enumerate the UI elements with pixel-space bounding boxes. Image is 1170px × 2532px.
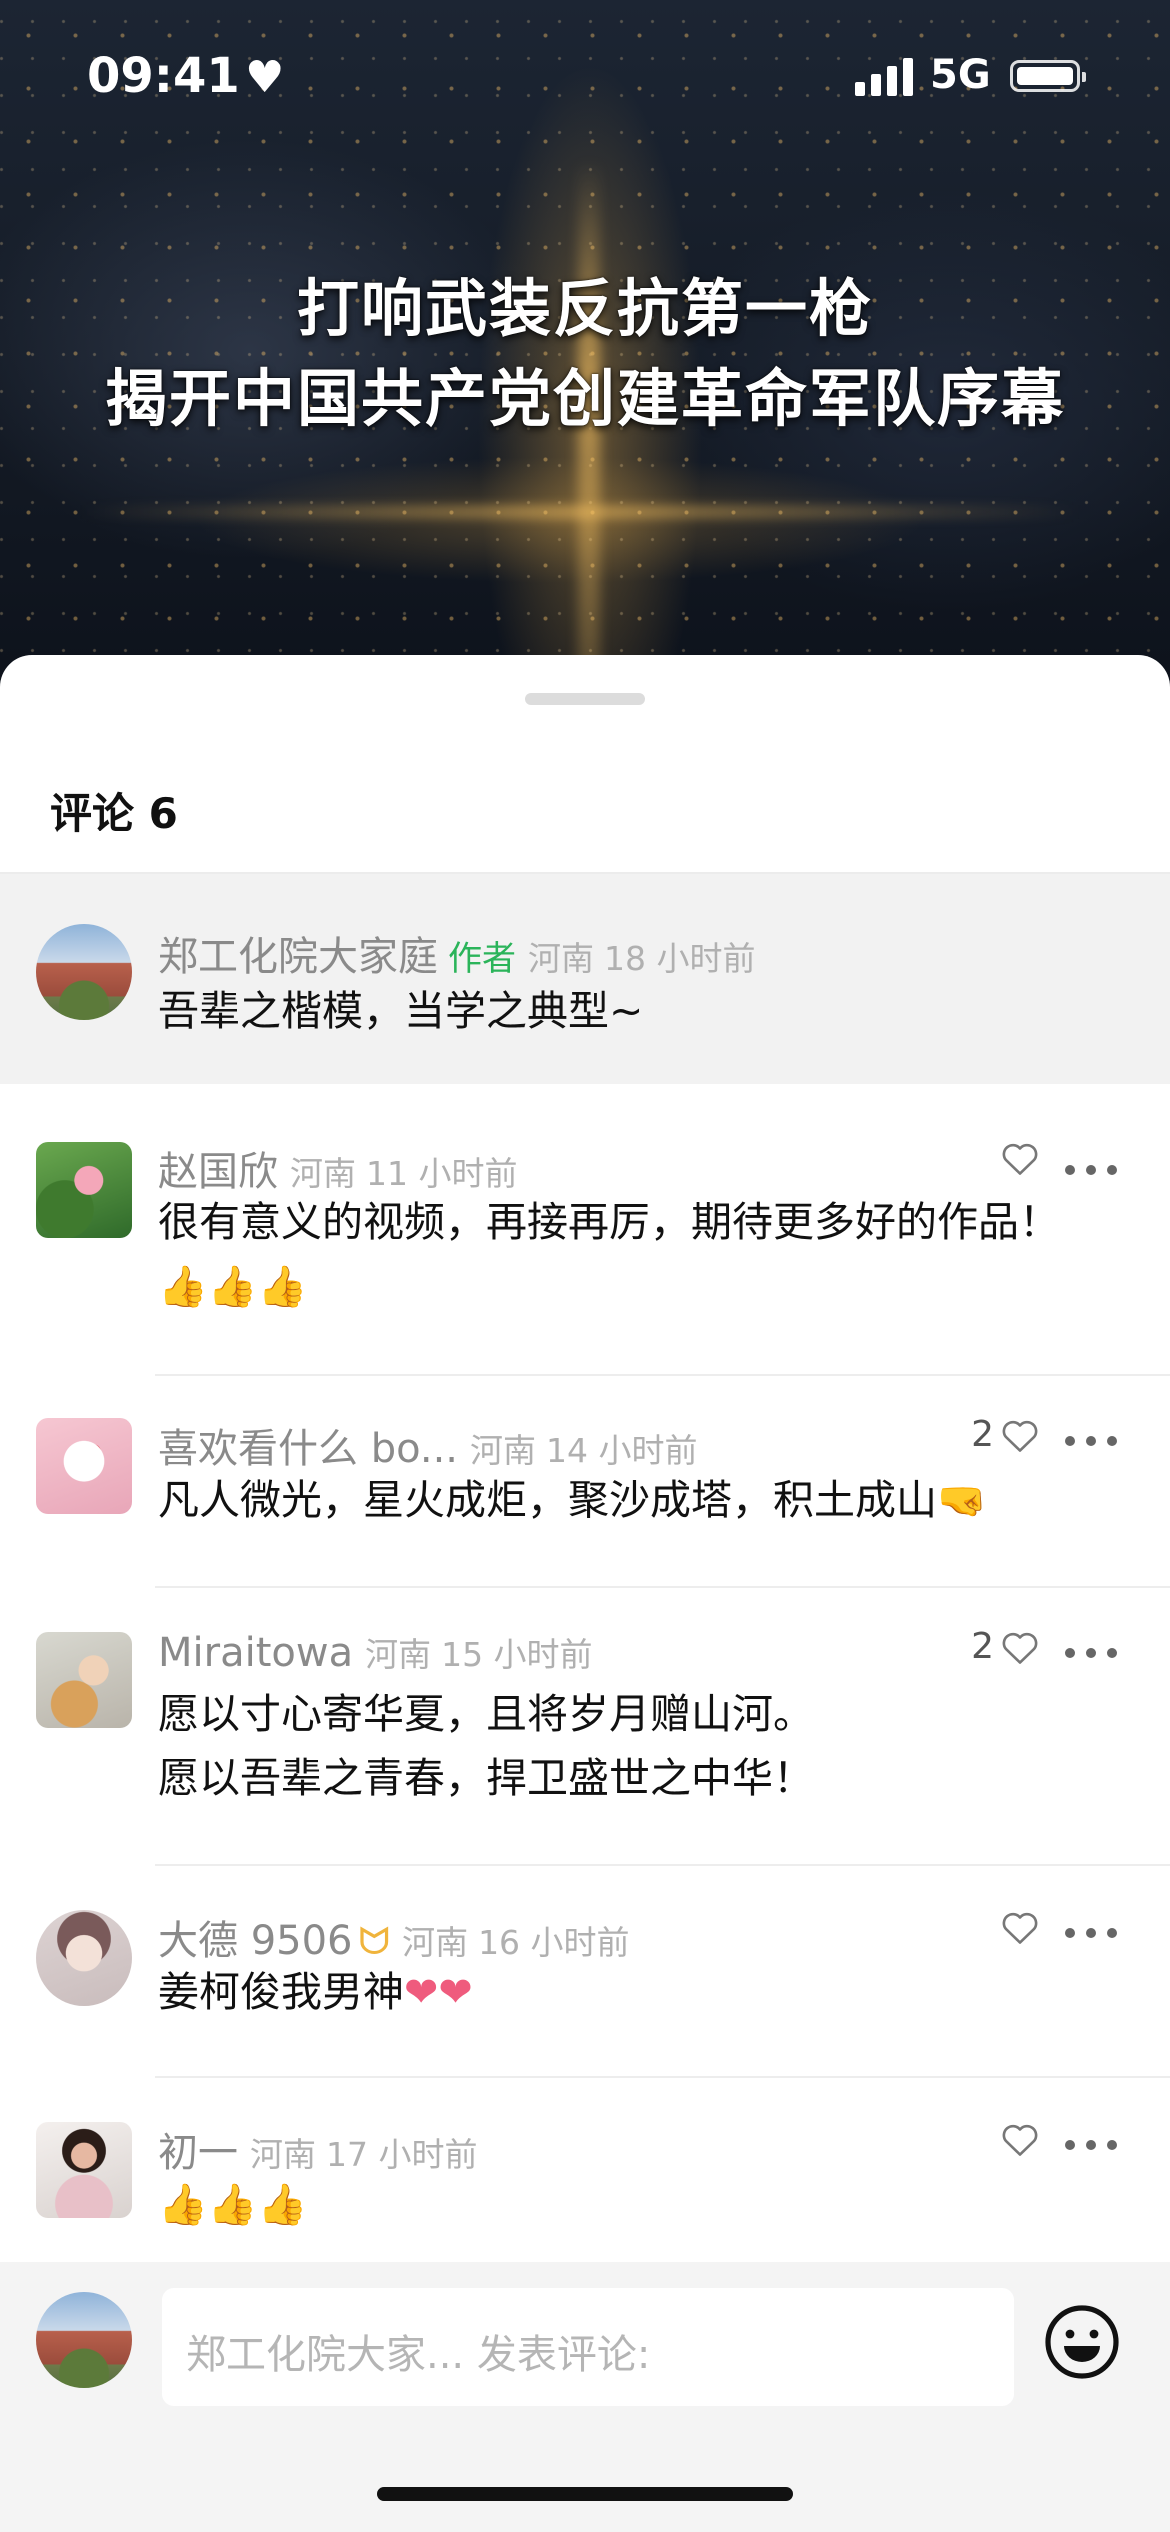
home-indicator[interactable] (377, 2487, 793, 2501)
comment-text: 吾辈之楷模，当学之典型~ (158, 987, 644, 1035)
commenter-name[interactable]: 初一 (158, 2130, 238, 2176)
avatar[interactable] (36, 1142, 132, 1238)
comment-item[interactable]: 喜欢看什么 bo... 河南 14 小时前 2 凡人微光，星火成炬，聚沙成塔，积土成… (0, 1376, 1170, 1588)
comment-text: 愿以寸心寄华夏，且将岁月赠山河。 愿以吾辈之青春，捍卫盛世之中华！ (158, 1682, 1088, 1810)
comment-time: 17 小时前 (326, 2135, 478, 2174)
sheet-drag-handle[interactable] (525, 693, 645, 705)
heart-outline-icon (1002, 1912, 1038, 1944)
comment-item[interactable]: 大德 9506 ᗢ 河南 16 小时前 姜柯俊我男神❤❤ (0, 1866, 1170, 2078)
more-dots-icon[interactable] (1065, 1436, 1121, 1448)
comment-text-body: 很有意义的视频，再接再厉，期待更多好的作品！ (158, 1198, 1060, 1246)
comment-item[interactable]: 初一 河南 17 小时前 👍👍👍 (0, 2078, 1170, 2268)
like-button[interactable] (920, 1137, 1040, 1178)
status-time: 09:41 (87, 48, 240, 104)
comment-location: 河南 (290, 1154, 356, 1193)
status-bar: 09:41 ♥ 5G (0, 0, 1170, 150)
comment-item[interactable]: 郑工化院大家庭 作者 河南 18 小时前 吾辈之楷模，当学之典型~ (0, 874, 1170, 1084)
more-dots-icon[interactable] (1065, 2140, 1121, 2152)
comment-time: 15 小时前 (441, 1635, 593, 1674)
comment-time: 18 小时前 (604, 939, 756, 978)
comment-meta: 初一 河南 17 小时前 (158, 2120, 477, 2178)
smiley-icon[interactable] (1042, 2302, 1122, 2382)
like-button[interactable]: 2 (920, 1626, 1040, 1667)
commenter-name[interactable]: 喜欢看什么 bo... (158, 1426, 458, 1472)
comment-text: 凡人微光，星火成炬，聚沙成塔，积土成山🤜 (158, 1468, 1088, 1533)
more-dots-icon[interactable] (1065, 1648, 1121, 1660)
comment-meta: 大德 9506 ᗢ 河南 16 小时前 (158, 1908, 630, 1966)
heart-emoji: ❤❤ (404, 1968, 473, 2016)
thumbs-up-emoji: 👍👍👍 (158, 1264, 308, 1310)
avatar[interactable] (36, 1632, 132, 1728)
avatar[interactable] (36, 924, 132, 1020)
avatar (36, 2292, 132, 2388)
comment-text: 姜柯俊我男神❤❤ (158, 1960, 1088, 2024)
comment-meta: Miraitowa 河南 15 小时前 (158, 1628, 593, 1676)
comment-sheet: 评论 6 郑工化院大家庭 作者 河南 18 小时前 吾辈之楷模，当学之典型~ 赵国欣河… (0, 655, 1170, 2532)
comment-location: 河南 (365, 1635, 432, 1674)
comment-count-header: 评论 6 (50, 789, 178, 838)
comment-time: 11 小时前 (366, 1154, 518, 1193)
signal-icon (855, 58, 915, 96)
comment-location: 河南 (470, 1431, 537, 1470)
avatar[interactable] (36, 1418, 132, 1514)
ribbon-badge-icon: ᗢ (358, 1919, 391, 1963)
heart-outline-icon (1002, 2124, 1038, 2156)
like-count: 2 (971, 1414, 994, 1455)
comment-item[interactable]: 赵国欣 河南 11 小时前 很有意义的视频，再接再厉，期待更多好的作品！ 👍👍👍 (0, 1084, 1170, 1376)
heart-outline-icon (1002, 1420, 1038, 1452)
comment-text-body: 姜柯俊我男神 (158, 1968, 404, 2016)
comment-time: 16 小时前 (478, 1923, 630, 1962)
comment-meta: 喜欢看什么 bo... 河南 14 小时前 (158, 1416, 698, 1474)
comment-location: 河南 (250, 2135, 316, 2174)
comment-text: 👍👍👍 (158, 2172, 1088, 2237)
city-light-streak (80, 505, 1080, 519)
more-dots-icon[interactable] (1065, 1165, 1121, 1177)
commenter-name[interactable]: Miraitowa (158, 1630, 353, 1676)
like-button[interactable] (920, 1906, 1040, 1947)
comment-input-placeholder: 郑工化院大家... 发表评论: (186, 2332, 651, 2378)
heart-icon: ♥ (245, 52, 285, 103)
like-count: 2 (971, 1626, 994, 1667)
video-title-line1: 打响武装反抗第一枪 (296, 272, 873, 345)
network-type: 5G (930, 52, 991, 98)
comment-meta: 郑工化院大家庭 作者 河南 18 小时前 (158, 924, 755, 982)
author-tag: 作者 (448, 939, 516, 979)
commenter-name[interactable]: 赵国欣 (158, 1149, 278, 1195)
avatar[interactable] (36, 1910, 132, 2006)
comment-meta: 赵国欣 河南 11 小时前 (158, 1139, 517, 1197)
battery-icon (1010, 60, 1086, 92)
comment-text: 很有意义的视频，再接再厉，期待更多好的作品！ 👍👍👍 (158, 1190, 1088, 1319)
commenter-name[interactable]: 郑工化院大家庭 (158, 934, 438, 980)
more-dots-icon[interactable] (1065, 1928, 1121, 1940)
comment-input[interactable]: 郑工化院大家... 发表评论: (162, 2288, 1014, 2406)
heart-outline-icon (1002, 1632, 1038, 1664)
comment-location: 河南 (402, 1923, 469, 1962)
fist-bump-emoji: 🤜 (937, 1478, 987, 1524)
thumbs-up-emoji: 👍👍👍 (158, 2182, 308, 2228)
avatar[interactable] (36, 2122, 132, 2218)
comment-text-line: 愿以吾辈之青春，捍卫盛世之中华！ (158, 1754, 814, 1802)
like-button[interactable] (920, 2118, 1040, 2159)
comment-item[interactable]: Miraitowa 河南 15 小时前 2 愿以寸心寄华夏，且将岁月赠山河。 愿以吾… (0, 1588, 1170, 1866)
comment-location: 河南 (528, 939, 594, 978)
comment-text-body: 凡人微光，星火成炬，聚沙成塔，积土成山 (158, 1476, 937, 1524)
comment-time: 14 小时前 (546, 1431, 698, 1470)
video-title-line2: 揭开中国共产党创建革命军队序幕 (104, 362, 1065, 435)
comment-text-line: 愿以寸心寄华夏，且将岁月赠山河。 (158, 1690, 814, 1738)
commenter-name[interactable]: 大德 9506 (158, 1918, 353, 1964)
like-button[interactable]: 2 (920, 1414, 1040, 1455)
heart-outline-icon (1002, 1143, 1038, 1175)
